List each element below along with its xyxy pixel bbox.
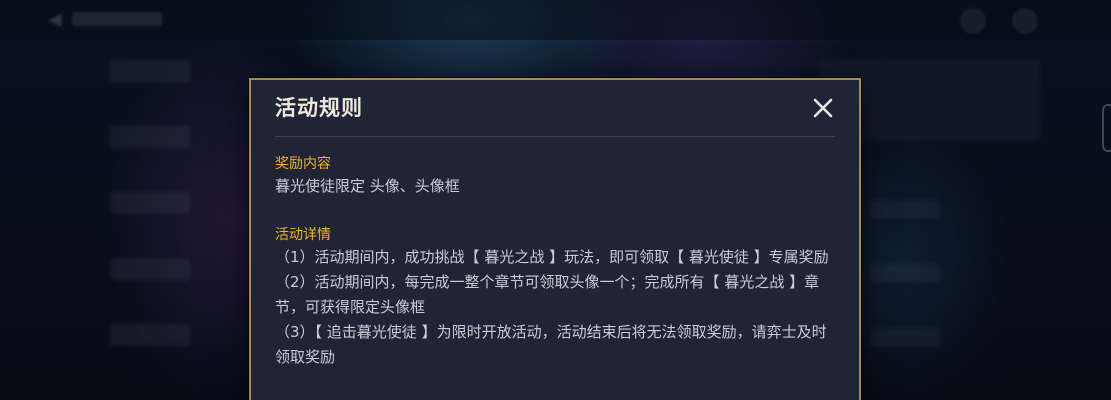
close-button[interactable]	[811, 96, 835, 120]
dialog-header: 活动规则	[275, 94, 835, 137]
reward-section-text: 暮光使徒限定 头像、头像框	[275, 177, 460, 195]
rule-item: （2）活动期间内，每完成一整个章节可领取头像一个；完成所有【 暮光之战 】章节，…	[275, 273, 820, 316]
game-screen: ◀ 活动规则 奖励内容 暮光使徒限定 头像、头像框 活动详情 （1）活动期间内，…	[0, 0, 1111, 400]
details-section-heading: 活动详情	[275, 227, 331, 243]
close-icon	[813, 98, 833, 118]
rule-item: （3）【 追击暮光使徒 】为限时开放活动，活动结束后将无法领取奖励，请弈士及时领…	[275, 323, 827, 366]
dialog-title: 活动规则	[275, 96, 363, 120]
rule-item: （1）活动期间内，成功挑战【 暮光之战 】玩法，即可领取【 暮光使徒 】专属奖励	[275, 248, 829, 266]
activity-rules-dialog: 活动规则 奖励内容 暮光使徒限定 头像、头像框 活动详情 （1）活动期间内，成功…	[249, 78, 861, 400]
reward-section-heading: 奖励内容	[275, 156, 331, 172]
dialog-body: 奖励内容 暮光使徒限定 头像、头像框 活动详情 （1）活动期间内，成功挑战【 暮…	[275, 154, 835, 370]
